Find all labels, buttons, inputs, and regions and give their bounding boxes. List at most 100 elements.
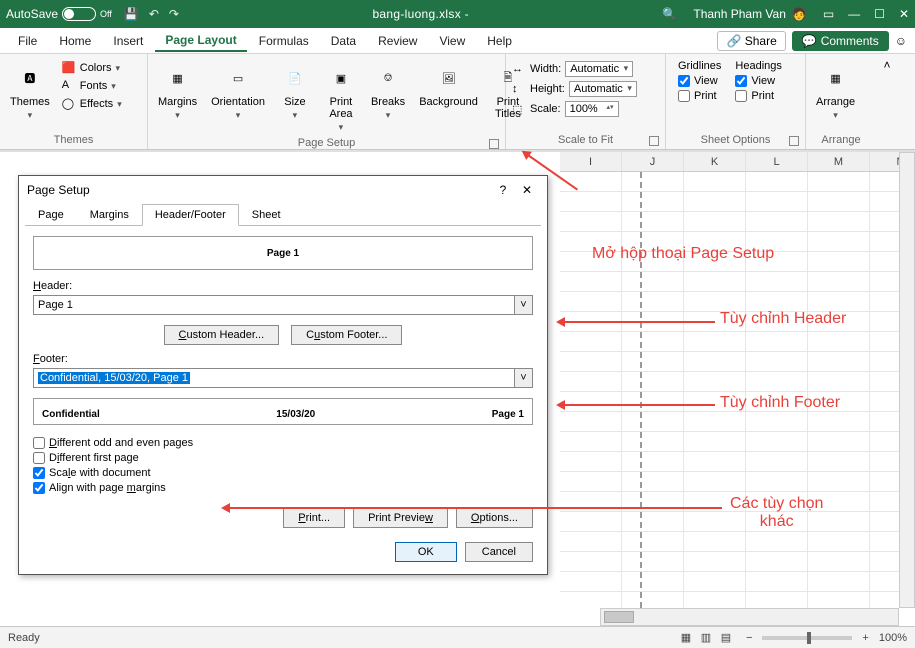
maximize-icon[interactable]: ☐ — [874, 7, 885, 21]
print-preview-button[interactable]: Print Preview — [353, 508, 448, 528]
page-layout-view-icon[interactable]: ▥ — [696, 630, 716, 645]
zoom-out-icon[interactable]: − — [746, 632, 752, 644]
opt-first-page[interactable]: Different first page — [33, 452, 533, 464]
user-account[interactable]: Thanh Pham Van 🧑 — [693, 7, 806, 21]
dtab-header-footer[interactable]: Header/Footer — [142, 204, 239, 226]
save-icon[interactable]: 💾 — [124, 7, 139, 21]
horizontal-scrollbar[interactable] — [600, 608, 899, 626]
custom-footer-button[interactable]: Custom Footer... — [291, 325, 402, 345]
background-button[interactable]: 🖼Background — [415, 60, 482, 110]
col-i[interactable]: I — [560, 152, 622, 171]
print-area-button[interactable]: ▣Print Area▾ — [321, 60, 361, 135]
orientation-button[interactable]: ▭Orientation▾ — [207, 60, 269, 123]
dtab-page[interactable]: Page — [25, 204, 77, 226]
col-m[interactable]: M — [808, 152, 870, 171]
redo-icon[interactable]: ↷ — [169, 7, 179, 21]
scale-value: 100% — [570, 103, 598, 115]
height-field[interactable]: Automatic▾ — [569, 81, 637, 97]
header-label: Header: — [33, 280, 533, 292]
header-combo[interactable]: Page 1 ˅ — [33, 295, 533, 315]
smiley-icon[interactable]: ☺ — [895, 34, 907, 48]
size-button[interactable]: 📄Size▾ — [275, 60, 315, 123]
page-break-view-icon[interactable]: ▤ — [716, 630, 736, 645]
col-j[interactable]: J — [622, 152, 684, 171]
cell-grid[interactable] — [560, 172, 899, 608]
autosave-toggle[interactable]: AutoSave Off — [6, 7, 112, 21]
footer-combo[interactable]: Confidential, 15/03/20, Page 1 ˅ — [33, 368, 533, 388]
print-button[interactable]: Print... — [283, 508, 345, 528]
zoom-slider[interactable] — [762, 636, 852, 640]
opt-odd-even[interactable]: Different odd and even pages — [33, 437, 533, 449]
breaks-icon: ⎊ — [372, 62, 404, 94]
themes-button[interactable]: 🅰 Themes ▾ — [6, 60, 54, 123]
titlebar: AutoSave Off 💾 ↶ ↷ bang-luong.xlsx - 🔍 T… — [0, 0, 915, 28]
arrange-button[interactable]: ▦Arrange▾ — [812, 60, 859, 123]
colors-icon: 🟥 — [62, 61, 76, 75]
header-combo-value: Page 1 — [38, 299, 73, 311]
col-l[interactable]: L — [746, 152, 808, 171]
tab-page-layout[interactable]: Page Layout — [155, 30, 246, 52]
tab-view[interactable]: View — [429, 31, 475, 51]
opt-scale-doc[interactable]: Scale with document — [33, 467, 533, 479]
close-icon[interactable]: ✕ — [899, 7, 909, 21]
chevron-down-icon: ˅ — [514, 369, 532, 387]
zoom-in-icon[interactable]: + — [862, 632, 868, 644]
sheetopts-launcher[interactable] — [789, 136, 799, 146]
scrollbar-thumb[interactable] — [604, 611, 634, 623]
tab-file[interactable]: File — [8, 31, 47, 51]
menu-tabs: File Home Insert Page Layout Formulas Da… — [0, 28, 915, 54]
footer-preview-left: Confidential — [42, 409, 100, 420]
width-field[interactable]: Automatic▾ — [565, 61, 633, 77]
custom-header-button[interactable]: Custom Header... — [164, 325, 280, 345]
headings-view-check[interactable]: View — [735, 75, 781, 87]
dtab-margins[interactable]: Margins — [77, 204, 142, 226]
gridlines-print-check[interactable]: Print — [678, 90, 721, 102]
page-setup-dialog: Page Setup ? ✕ Page Margins Header/Foote… — [18, 175, 548, 575]
minimize-icon[interactable]: — — [848, 7, 860, 21]
view-buttons[interactable]: ▦▥▤ — [676, 630, 736, 645]
cancel-button[interactable]: Cancel — [465, 542, 533, 562]
tab-formulas[interactable]: Formulas — [249, 31, 319, 51]
margins-button[interactable]: ▦Margins▾ — [154, 60, 201, 123]
collapse-ribbon-icon[interactable]: ˄ — [883, 58, 890, 72]
dialog-title: Page Setup — [27, 183, 90, 197]
dialog-close-icon[interactable]: ✕ — [515, 183, 539, 197]
footer-combo-value: Confidential, 15/03/20, Page 1 — [38, 372, 190, 384]
pagesetup-launcher[interactable] — [489, 139, 499, 149]
tab-review[interactable]: Review — [368, 31, 427, 51]
tab-data[interactable]: Data — [321, 31, 366, 51]
headings-print-check[interactable]: Print — [735, 90, 781, 102]
background-icon: 🖼 — [433, 62, 465, 94]
vertical-scrollbar[interactable] — [899, 152, 915, 608]
share-button[interactable]: 🔗 Share — [717, 31, 785, 51]
comments-button[interactable]: 💬 Comments — [792, 31, 889, 51]
tab-home[interactable]: Home — [49, 31, 101, 51]
tab-help[interactable]: Help — [477, 31, 522, 51]
normal-view-icon[interactable]: ▦ — [676, 630, 696, 645]
scale-icon: ⬚ — [512, 103, 526, 116]
opt-align-margins[interactable]: Align with page margins — [33, 482, 533, 494]
ok-button[interactable]: OK — [395, 542, 457, 562]
dtab-sheet[interactable]: Sheet — [239, 204, 294, 226]
tab-insert[interactable]: Insert — [103, 31, 153, 51]
dialog-help-icon[interactable]: ? — [491, 183, 515, 197]
colors-button[interactable]: 🟥Colors ▾ — [60, 60, 124, 76]
fonts-button[interactable]: AFonts ▾ — [60, 78, 124, 94]
width-value: Automatic — [570, 63, 619, 75]
search-icon[interactable]: 🔍 — [662, 7, 677, 21]
gridlines-view-check[interactable]: View — [678, 75, 721, 87]
scale-field[interactable]: 100%▴▾ — [565, 101, 619, 117]
comments-label: Comments — [821, 34, 879, 48]
breaks-button[interactable]: ⎊Breaks▾ — [367, 60, 409, 123]
options-button[interactable]: Options... — [456, 508, 533, 528]
footer-label: Footer: — [33, 353, 533, 365]
effects-button[interactable]: ◯Effects ▾ — [60, 96, 124, 112]
zoom-value[interactable]: 100% — [879, 632, 907, 644]
arrange-label: Arrange — [816, 96, 855, 108]
arrange-icon: ▦ — [820, 62, 852, 94]
share-label: Share — [745, 34, 777, 48]
ribbon-options-icon[interactable]: ▭ — [823, 7, 834, 21]
col-k[interactable]: K — [684, 152, 746, 171]
scale-launcher[interactable] — [649, 136, 659, 146]
undo-icon[interactable]: ↶ — [149, 7, 159, 21]
